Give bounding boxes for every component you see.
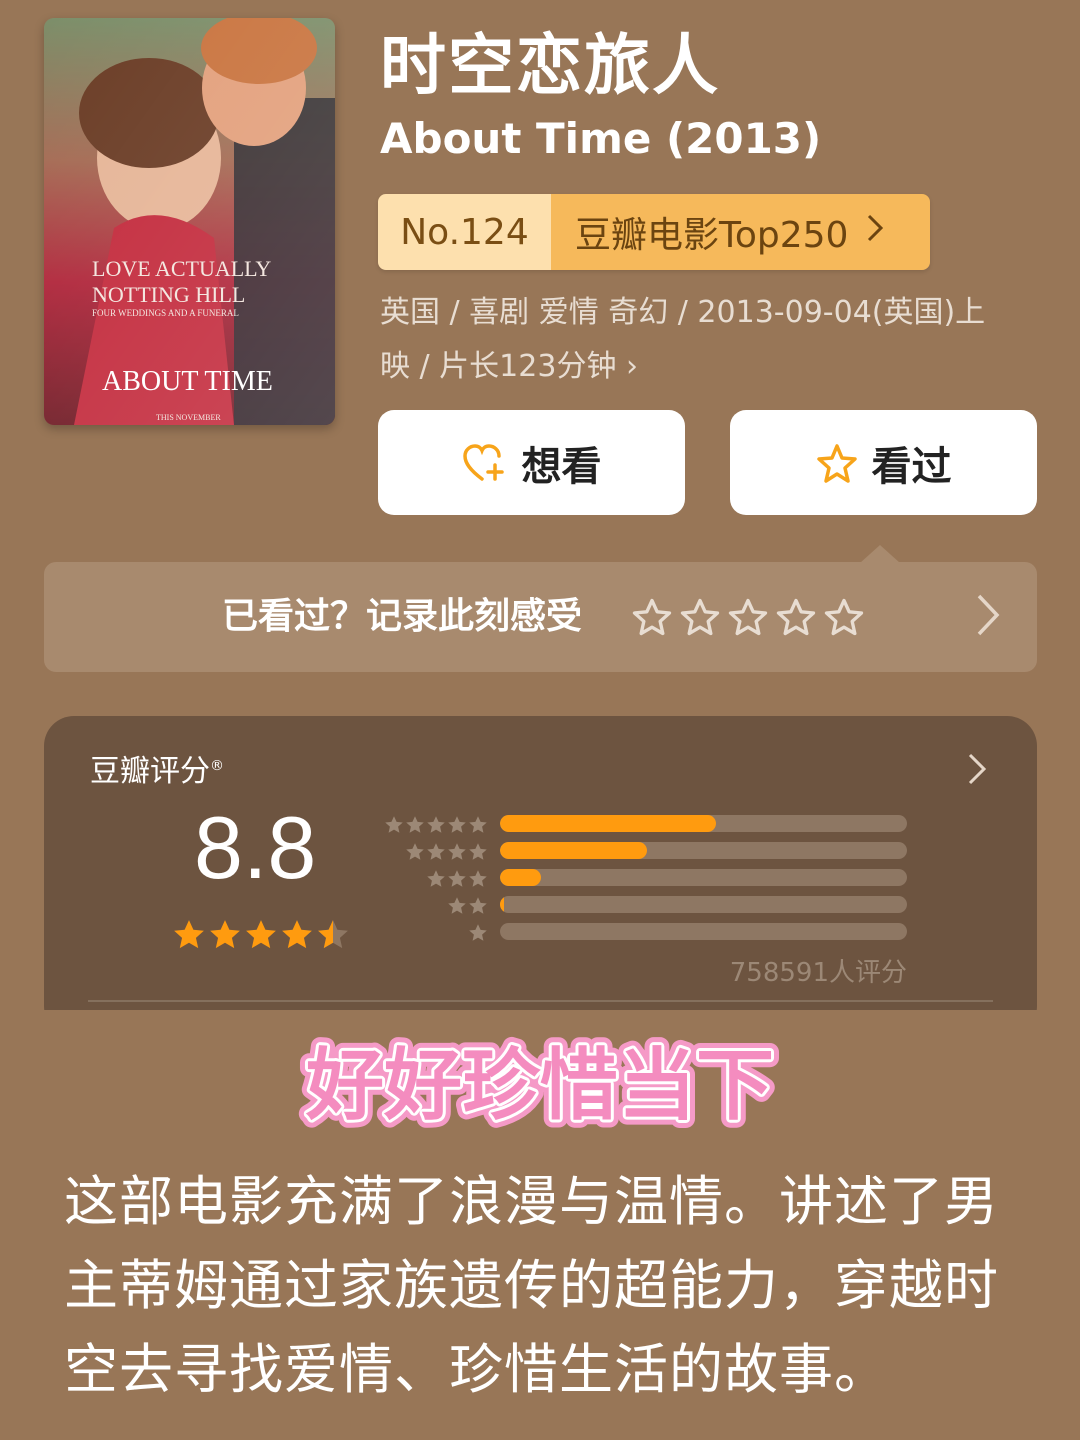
rank-number: No.124 — [378, 194, 551, 270]
movie-meta[interactable]: 英国 / 喜剧 爱情 奇幻 / 2013-09-04(英国)上 映 / 片长12… — [380, 286, 1040, 394]
distribution-row — [382, 922, 912, 949]
registered-mark: ® — [210, 758, 224, 774]
top250-rank-badge[interactable]: No.124 豆瓣电影Top250 — [378, 194, 930, 270]
distribution-star-label — [426, 869, 488, 889]
seen-label: 看过 — [871, 443, 952, 490]
star-outline-icon[interactable] — [728, 598, 768, 638]
star-filled-icon — [210, 920, 240, 949]
poster-footer: THIS NOVEMBER — [156, 413, 221, 422]
distribution-bar-fill — [500, 815, 716, 832]
rating-stars — [172, 918, 350, 952]
small-star-icon — [406, 816, 424, 833]
small-star-icon — [448, 870, 466, 887]
divider — [88, 1000, 993, 1002]
caption-body: 这部电影充满了浪漫与温情。讲述了男主蒂姆通过家族遗传的超能力，穿越时空去寻找爱情… — [64, 1170, 999, 1401]
poster-title: ABOUT TIME — [102, 366, 273, 397]
rating-score: 8.8 — [194, 798, 317, 897]
distribution-bar-track — [500, 815, 907, 832]
tooltip-pointer — [860, 545, 900, 563]
want-label: 想看 — [521, 443, 602, 490]
small-star-icon — [469, 897, 487, 914]
small-star-icon — [469, 843, 487, 860]
star-filled-icon — [282, 920, 312, 949]
distribution-row — [382, 895, 912, 922]
caption-headline: 好好珍惜当下 好好珍惜当下 好好珍惜当下 — [0, 1030, 1080, 1140]
rank-list-label: 豆瓣电影Top250 — [575, 215, 849, 256]
chevron-right-icon — [866, 212, 884, 252]
star-outline-icon — [816, 443, 857, 483]
star-outline-icon[interactable] — [824, 598, 864, 638]
movie-poster[interactable]: LOVE ACTUALLY NOTTING HILL FOUR WEDDINGS… — [44, 18, 335, 425]
rating-label: 豆瓣评分® — [90, 746, 224, 790]
record-prompt: 已看过？记录此刻感受 — [222, 596, 583, 637]
distribution-row — [382, 841, 912, 868]
distribution-bar-fill — [500, 896, 505, 913]
distribution-row — [382, 868, 912, 895]
chevron-right-icon — [975, 592, 1001, 642]
small-star-icon — [427, 870, 445, 887]
star-outline-icon[interactable] — [632, 598, 672, 638]
record-star-input[interactable] — [632, 598, 864, 638]
poster-line-1: LOVE ACTUALLY — [92, 256, 271, 281]
movie-title: 时空恋旅人 — [380, 27, 720, 104]
want-to-watch-button[interactable]: 想看 — [378, 410, 685, 515]
star-filled-icon — [246, 920, 276, 949]
poster-line-3: FOUR WEDDINGS AND A FUNERAL — [92, 308, 239, 318]
small-star-icon — [448, 897, 466, 914]
small-star-icon — [469, 924, 487, 941]
small-star-icon — [406, 843, 424, 860]
small-star-icon — [469, 870, 487, 887]
small-star-icon — [448, 816, 466, 833]
record-rating-bar[interactable]: 已看过？记录此刻感受 — [44, 562, 1037, 672]
distribution-star-label — [405, 842, 488, 862]
distribution-bar-track — [500, 923, 907, 940]
rank-list-link[interactable]: 豆瓣电影Top250 — [551, 194, 930, 270]
star-outline-icon[interactable] — [680, 598, 720, 638]
movie-subtitle: About Time (2013) — [380, 114, 822, 163]
small-star-icon — [385, 816, 403, 833]
distribution-bar-fill — [500, 842, 647, 859]
small-star-icon — [469, 816, 487, 833]
distribution-bar-track — [500, 842, 907, 859]
meta-line-1: 英国 / 喜剧 爱情 奇幻 / 2013-09-04(英国)上 — [380, 295, 986, 330]
star-outline-icon[interactable] — [776, 598, 816, 638]
distribution-star-label — [468, 923, 488, 943]
star-partial-icon — [318, 920, 348, 949]
star-filled-icon — [174, 920, 204, 949]
distribution-star-label — [384, 815, 488, 835]
distribution-bar-track — [500, 869, 907, 886]
small-star-icon — [448, 843, 466, 860]
rating-distribution — [382, 814, 912, 949]
small-star-icon — [427, 816, 445, 833]
distribution-star-label — [447, 896, 488, 916]
headline-text: 好好珍惜当下 — [305, 1041, 774, 1131]
distribution-bar-fill — [500, 869, 541, 886]
watched-button[interactable]: 看过 — [730, 410, 1037, 515]
rating-count: 758591人评分 — [729, 958, 907, 988]
douban-rating-card[interactable]: 豆瓣评分® 8.8 758591人评分 — [44, 716, 1037, 1036]
distribution-bar-track — [500, 896, 907, 913]
rating-label-text: 豆瓣评分 — [90, 754, 210, 789]
small-star-icon — [427, 843, 445, 860]
distribution-row — [382, 814, 912, 841]
heart-plus-icon — [462, 443, 504, 481]
chevron-right-icon[interactable] — [967, 752, 987, 790]
poster-line-2: NOTTING HILL — [92, 282, 245, 307]
meta-line-2: 映 / 片长123分钟 › — [380, 349, 638, 384]
